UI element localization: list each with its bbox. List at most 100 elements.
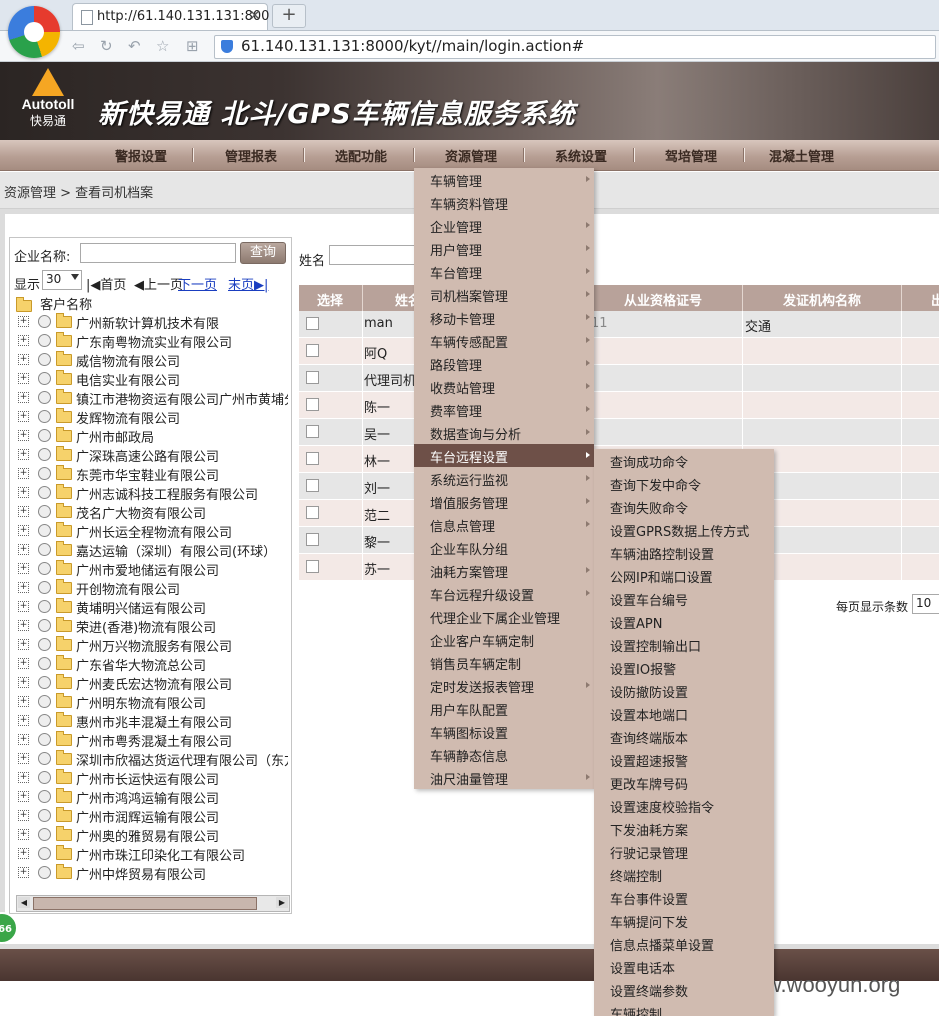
expand-icon[interactable]: +	[18, 335, 29, 346]
expand-icon[interactable]: +	[18, 753, 29, 764]
tree-root[interactable]: 客户名称	[16, 294, 92, 313]
radio-button[interactable]	[38, 714, 51, 727]
scroll-left-icon[interactable]: ◀	[18, 897, 30, 908]
row-checkbox[interactable]	[306, 452, 319, 465]
expand-icon[interactable]: +	[18, 468, 29, 479]
tree-item[interactable]: + 发辉物流有限公司	[16, 407, 288, 426]
expand-icon[interactable]: +	[18, 639, 29, 650]
row-checkbox[interactable]	[306, 533, 319, 546]
expand-icon[interactable]: +	[18, 772, 29, 783]
radio-button[interactable]	[38, 486, 51, 499]
radio-button[interactable]	[38, 467, 51, 480]
table-row[interactable]: 陈一	[299, 392, 939, 419]
submenu-item[interactable]: 设置车台编号	[594, 587, 774, 610]
horizontal-scrollbar[interactable]: ◀ ▶	[16, 895, 290, 912]
submenu-item[interactable]: 设置超速报警	[594, 748, 774, 771]
expand-icon[interactable]: +	[18, 449, 29, 460]
expand-icon[interactable]: +	[18, 373, 29, 384]
radio-button[interactable]	[38, 600, 51, 613]
menu-item[interactable]: 定时发送报表管理	[414, 674, 594, 697]
tree-item[interactable]: + 广州长运全程物流有限公司	[16, 521, 288, 540]
radio-button[interactable]	[38, 448, 51, 461]
browser-tab[interactable]: http://61.140.131.131:800 ✕	[72, 3, 269, 30]
tree-item[interactable]: + 广州新软计算机技术有限	[16, 312, 288, 331]
menu-item[interactable]: 用户管理	[414, 237, 594, 260]
menu-item[interactable]: 车台远程设置	[414, 444, 594, 467]
expand-icon[interactable]: +	[18, 430, 29, 441]
menu-item[interactable]: 油耗方案管理	[414, 559, 594, 582]
new-tab-button[interactable]: +	[272, 4, 306, 28]
tree-item[interactable]: + 广州市珠江印染化工有限公司	[16, 844, 288, 863]
row-checkbox[interactable]	[306, 317, 319, 330]
row-checkbox[interactable]	[306, 560, 319, 573]
row-checkbox[interactable]	[306, 425, 319, 438]
radio-button[interactable]	[38, 562, 51, 575]
menu-item[interactable]: 路段管理	[414, 352, 594, 375]
menu-item[interactable]: 车辆传感配置	[414, 329, 594, 352]
submenu-item[interactable]: 设置终端参数	[594, 978, 774, 1001]
menu-item[interactable]: 代理企业下属企业管理	[414, 605, 594, 628]
menu-item[interactable]: 销售员车辆定制	[414, 651, 594, 674]
tree-item[interactable]: + 惠州市兆丰混凝土有限公司	[16, 711, 288, 730]
expand-icon[interactable]: +	[18, 506, 29, 517]
tree-item[interactable]: + 广州万兴物流服务有限公司	[16, 635, 288, 654]
table-row[interactable]: 阿Q	[299, 338, 939, 365]
tree-item[interactable]: + 广东南粤物流实业有限公司	[16, 331, 288, 350]
submenu-item[interactable]: 查询成功命令	[594, 449, 774, 472]
menu-item[interactable]: 车台远程升级设置	[414, 582, 594, 605]
row-checkbox[interactable]	[306, 479, 319, 492]
radio-button[interactable]	[38, 619, 51, 632]
radio-button[interactable]	[38, 752, 51, 765]
menu-item[interactable]: 系统运行监视	[414, 467, 594, 490]
menu-item[interactable]: 企业客户车辆定制	[414, 628, 594, 651]
tree-item[interactable]: + 广州志诚科技工程服务有限公司	[16, 483, 288, 502]
radio-button[interactable]	[38, 391, 51, 404]
expand-icon[interactable]: +	[18, 734, 29, 745]
menu-item[interactable]: 司机档案管理	[414, 283, 594, 306]
prev-page-link[interactable]: ◀上一页	[134, 274, 183, 293]
tree-item[interactable]: + 广州麦氏宏达物流有限公司	[16, 673, 288, 692]
radio-button[interactable]	[38, 847, 51, 860]
first-page-link[interactable]: |◀首页	[86, 274, 126, 293]
nav-resource-management[interactable]: 资源管理	[445, 146, 497, 165]
tree-item[interactable]: + 嘉达运输（深圳）有限公司(环球）	[16, 540, 288, 559]
query-button[interactable]: 查询	[240, 242, 286, 264]
radio-button[interactable]	[38, 771, 51, 784]
radio-button[interactable]	[38, 581, 51, 594]
menu-item[interactable]: 费率管理	[414, 398, 594, 421]
radio-button[interactable]	[38, 315, 51, 328]
submenu-item[interactable]: 设置APN	[594, 610, 774, 633]
submenu-item[interactable]: 车辆提问下发	[594, 909, 774, 932]
submenu-item[interactable]: 设防撤防设置	[594, 679, 774, 702]
back-icon[interactable]: ⇦	[72, 37, 85, 55]
scroll-right-icon[interactable]: ▶	[276, 897, 288, 908]
radio-button[interactable]	[38, 695, 51, 708]
submenu-item[interactable]: 下发油耗方案	[594, 817, 774, 840]
tree-item[interactable]: + 广州中烨贸易有限公司	[16, 863, 288, 882]
nav-concrete-management[interactable]: 混凝土管理	[769, 146, 834, 165]
tree-item[interactable]: + 广州市长运快运有限公司	[16, 768, 288, 787]
menu-item[interactable]: 移动卡管理	[414, 306, 594, 329]
radio-button[interactable]	[38, 790, 51, 803]
apps-icon[interactable]: ⊞	[186, 37, 199, 55]
expand-icon[interactable]: +	[18, 411, 29, 422]
next-page-link[interactable]: 下一页	[178, 274, 217, 293]
tree-item[interactable]: + 广州市鸿鸿运输有限公司	[16, 787, 288, 806]
tree-item[interactable]: + 广州明东物流有限公司	[16, 692, 288, 711]
table-row[interactable]: man 11 交通	[299, 311, 939, 338]
radio-button[interactable]	[38, 524, 51, 537]
row-checkbox[interactable]	[306, 344, 319, 357]
per-page-input[interactable]: 10	[912, 594, 939, 614]
radio-button[interactable]	[38, 353, 51, 366]
expand-icon[interactable]: +	[18, 696, 29, 707]
submenu-item[interactable]: 车辆控制	[594, 1001, 774, 1016]
submenu-item[interactable]: 行驶记录管理	[594, 840, 774, 863]
tree-item[interactable]: + 广州市润辉运输有限公司	[16, 806, 288, 825]
browser-logo-icon[interactable]	[8, 6, 60, 58]
nav-optional-features[interactable]: 选配功能	[335, 146, 387, 165]
star-icon[interactable]: ☆	[156, 37, 169, 55]
expand-icon[interactable]: +	[18, 601, 29, 612]
table-row[interactable]: 吴一	[299, 419, 939, 446]
expand-icon[interactable]: +	[18, 658, 29, 669]
row-checkbox[interactable]	[306, 506, 319, 519]
